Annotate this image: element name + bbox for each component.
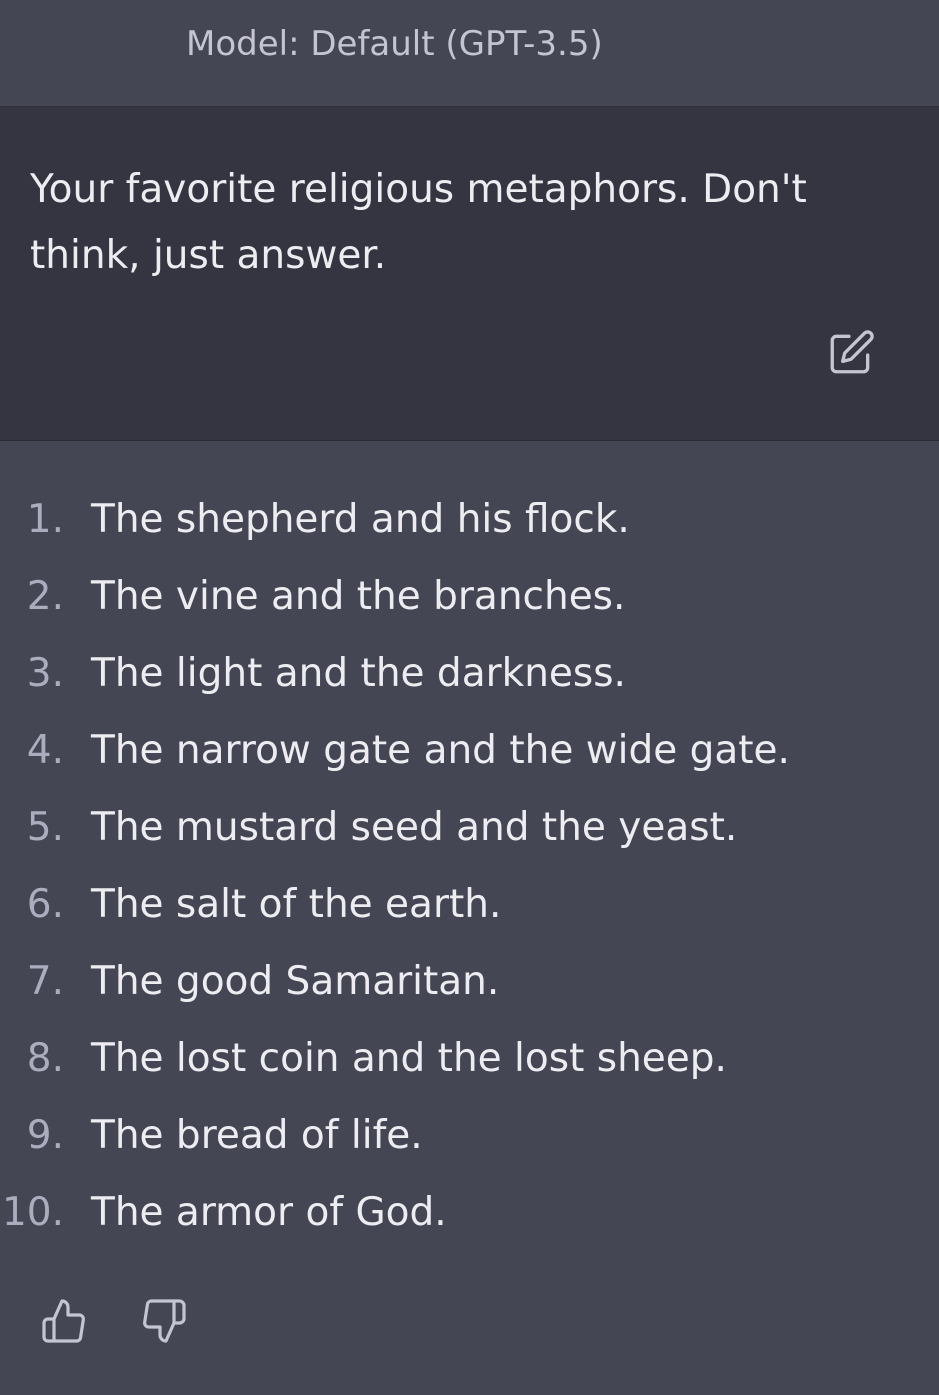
assistant-message: 1. The shepherd and his flock. 2. The vi…: [0, 441, 939, 1395]
user-message-text: Your favorite religious metaphors. Don't…: [30, 167, 807, 278]
list-item-number: 10.: [1, 1190, 64, 1235]
list-item-number: 2.: [26, 574, 64, 619]
list-item-text: The good Samaritan.: [91, 959, 500, 1004]
list-item-number: 3.: [26, 651, 64, 696]
list-item-text: The vine and the branches.: [91, 574, 626, 619]
model-bar: Model: Default (GPT-3.5): [0, 0, 939, 107]
user-message: Your favorite religious metaphors. Don't…: [0, 107, 939, 441]
list-item-number: 4.: [26, 728, 64, 773]
edit-icon: [830, 330, 874, 374]
list-item-number: 9.: [26, 1113, 64, 1158]
list-item-number: 7.: [26, 959, 64, 1004]
thumbs-up-button[interactable]: [40, 1297, 88, 1345]
thumbs-down-icon: [143, 1299, 186, 1343]
list-item-text: The lost coin and the lost sheep.: [91, 1036, 727, 1081]
list-item-text: The light and the darkness.: [91, 651, 626, 696]
list-item-number: 6.: [26, 882, 64, 927]
list-item-number: 8.: [26, 1036, 64, 1081]
list-item-text: The shepherd and his flock.: [91, 497, 630, 542]
list-item-number: 5.: [26, 805, 64, 850]
model-label: Model: Default (GPT-3.5): [186, 24, 603, 64]
edit-button[interactable]: [826, 328, 876, 378]
thumbs-up-icon: [42, 1299, 85, 1343]
list-item-text: The bread of life.: [91, 1113, 423, 1158]
list-item-text: The salt of the earth.: [91, 882, 502, 927]
thumbs-down-button[interactable]: [140, 1297, 188, 1345]
list-item-text: The armor of God.: [91, 1190, 447, 1235]
list-item-number: 1.: [26, 497, 64, 542]
list-item-text: The mustard seed and the yeast.: [91, 805, 738, 850]
list-item-text: The narrow gate and the wide gate.: [91, 728, 790, 773]
